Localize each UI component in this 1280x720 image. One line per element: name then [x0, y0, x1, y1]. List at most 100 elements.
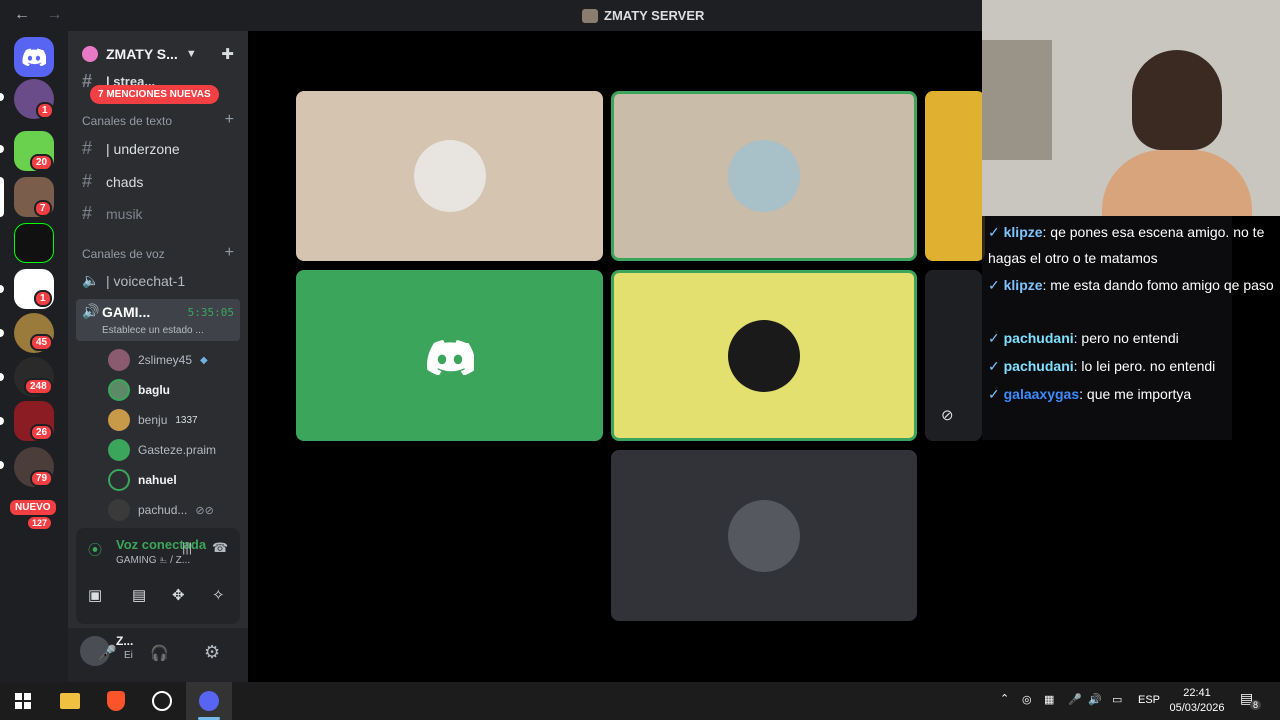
voice-member[interactable]: Gasteze.praim	[108, 438, 216, 462]
screen-share-icon[interactable]: ▤	[132, 586, 146, 604]
avatar	[728, 140, 800, 212]
username: Z...	[116, 634, 134, 648]
voice-channel-label[interactable]: GAMING ⎁ / Z...	[116, 555, 190, 566]
mic-icon[interactable]: 🎤	[98, 644, 117, 662]
network-icon[interactable]: ▭	[1112, 693, 1122, 706]
discord-home-button[interactable]	[14, 37, 54, 77]
voice-channel-1[interactable]: 🔈 | voicechat-1	[82, 272, 185, 289]
folder-icon	[60, 693, 80, 709]
obs-button[interactable]	[139, 682, 185, 720]
window-title-text: ZMATY SERVER	[604, 8, 705, 23]
add-user-icon[interactable]: ✚	[221, 45, 234, 63]
add-channel-icon[interactable]: +	[225, 244, 234, 262]
mic-tray-icon[interactable]: 🎤	[1068, 693, 1082, 706]
avatar	[108, 469, 130, 491]
mention-badge: 45	[30, 334, 54, 351]
start-button[interactable]	[0, 682, 46, 720]
hash-icon: #	[82, 171, 93, 191]
member-name: Gasteze.praim	[138, 443, 217, 457]
tray-icon[interactable]: ◎	[1022, 693, 1032, 706]
speaker-icon: 🔊	[82, 303, 100, 319]
fan	[982, 40, 1052, 160]
unread-pill	[0, 461, 4, 469]
time: 22:41	[1183, 687, 1211, 699]
member-name: nahuel	[138, 473, 177, 487]
mention-badge: 20	[30, 154, 54, 171]
member-name: benju	[138, 413, 168, 427]
avatar	[413, 140, 486, 212]
camera-off-icon[interactable]: ▣	[88, 586, 102, 604]
mention-badge: 127	[26, 515, 54, 531]
text-category[interactable]: Canales de texto	[82, 114, 172, 128]
unread-pill	[0, 329, 4, 337]
voice-member[interactable]: pachud... ⊘⊘	[108, 498, 214, 522]
voice-member[interactable]: nahuel	[108, 468, 177, 492]
brave-icon	[107, 691, 125, 711]
headphones-icon[interactable]: 🎧	[150, 644, 169, 662]
participant-tile[interactable]	[611, 450, 917, 621]
pin-icon: ✓	[988, 358, 1000, 374]
activities-icon[interactable]: ✥	[172, 586, 185, 604]
server-name: ZMATY S...	[106, 46, 178, 62]
channel-underzone[interactable]: # | underzone	[82, 138, 180, 159]
voice-member[interactable]: baglu	[108, 378, 170, 402]
forward-arrow-icon[interactable]: →	[46, 6, 62, 23]
participant-tile[interactable]	[296, 270, 603, 441]
chat-text: : lo lei pero. no entendi	[1073, 358, 1216, 374]
channel-sidebar: ZMATY S... ▼ ✚ # | strea... 7 MENCIONES …	[68, 31, 248, 682]
voice-member[interactable]: 2slimey45 ◆	[108, 348, 208, 372]
channel-chads[interactable]: # chads	[82, 171, 143, 192]
participant-tile-speaking[interactable]	[611, 270, 917, 441]
call-timer: 5:35:05	[187, 306, 234, 319]
voice-connection-panel: ⦿ Voz conectada GAMING ⎁ / Z... ||| ☎ ▣ …	[76, 528, 240, 624]
disconnect-icon[interactable]: ☎	[212, 540, 228, 556]
voice-status[interactable]: Voz conectada	[116, 537, 206, 552]
volume-icon[interactable]: 🔊	[1088, 693, 1102, 706]
channel-name: | underzone	[106, 140, 180, 157]
back-arrow-icon[interactable]: ←	[14, 6, 30, 23]
unread-pill	[0, 145, 4, 153]
voice-stage: ⊘	[248, 31, 985, 682]
participant-tile-speaking[interactable]	[611, 91, 917, 261]
hash-icon: #	[82, 203, 93, 223]
chat-username: pachudani	[1003, 358, 1074, 374]
add-channel-icon[interactable]: +	[225, 111, 234, 129]
notification-count: 8	[1250, 700, 1262, 710]
webcam-overlay	[982, 0, 1280, 216]
participant-tile[interactable]: ⊘	[925, 270, 982, 441]
user-panel: Z... Ei 🎤 🎧 ⚙	[68, 628, 248, 682]
avatar	[728, 499, 800, 572]
unread-pill	[0, 285, 4, 293]
channel-musik[interactable]: # musik	[82, 203, 143, 224]
voice-category[interactable]: Canales de voz	[82, 247, 165, 261]
member-name: 2slimey45	[138, 353, 193, 367]
discord-taskbar-button[interactable]	[186, 682, 232, 720]
brave-button[interactable]	[93, 682, 139, 720]
hidden-video-icon[interactable]: ⊘	[941, 406, 954, 424]
server-list: 1 20 7 1 45 248 26 79 NUEVO 127	[0, 31, 68, 682]
chat-message: ✓ pachudani: pero no entendi	[988, 325, 1179, 351]
channel-status[interactable]: Establece un estado ...	[102, 325, 204, 336]
avatar	[108, 409, 130, 431]
muted-icon: ⊘⊘	[195, 504, 214, 517]
server-icon-kick[interactable]	[14, 223, 54, 263]
noise-icon[interactable]: |||	[182, 540, 192, 555]
tray-icon[interactable]: ▦	[1044, 693, 1054, 706]
chat-text: : que me importya	[1079, 386, 1192, 402]
participant-tile[interactable]	[296, 91, 603, 261]
unread-pill	[0, 417, 4, 425]
file-explorer-button[interactable]	[47, 682, 93, 720]
soundboard-icon[interactable]: ✧	[212, 586, 225, 604]
mentions-banner[interactable]: 7 MENCIONES NUEVAS	[90, 85, 219, 104]
language-indicator[interactable]: ESP	[1138, 694, 1160, 706]
badge-icon: ◆	[200, 354, 208, 366]
selected-pill	[0, 177, 4, 217]
voice-member[interactable]: benju 1337	[108, 408, 198, 432]
clock[interactable]: 22:41 05/03/2026	[1164, 686, 1230, 716]
chevron-up-icon[interactable]: ⌃	[1000, 692, 1009, 705]
obs-icon	[152, 691, 172, 711]
gear-icon[interactable]: ⚙	[204, 642, 220, 663]
mention-badge: 1	[36, 102, 54, 119]
participant-tile[interactable]	[925, 91, 985, 261]
voice-channel-gaming[interactable]: 🔊 GAMI... 5:35:05 Establece un estado ..…	[76, 299, 240, 341]
